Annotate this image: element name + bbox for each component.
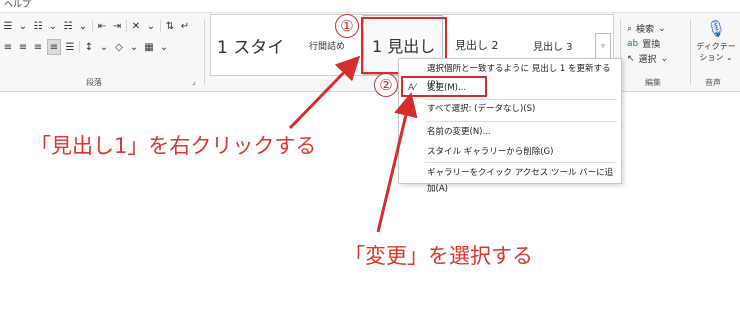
- callout-right-click-heading1: 「見出し1」を右クリックする: [30, 134, 317, 158]
- annotation-arrows: [288, 55, 418, 233]
- callout-select-modify: 「変更」を選択する: [344, 244, 533, 268]
- arrow-to-heading1: [288, 55, 361, 130]
- arrow-to-modify: [376, 92, 418, 233]
